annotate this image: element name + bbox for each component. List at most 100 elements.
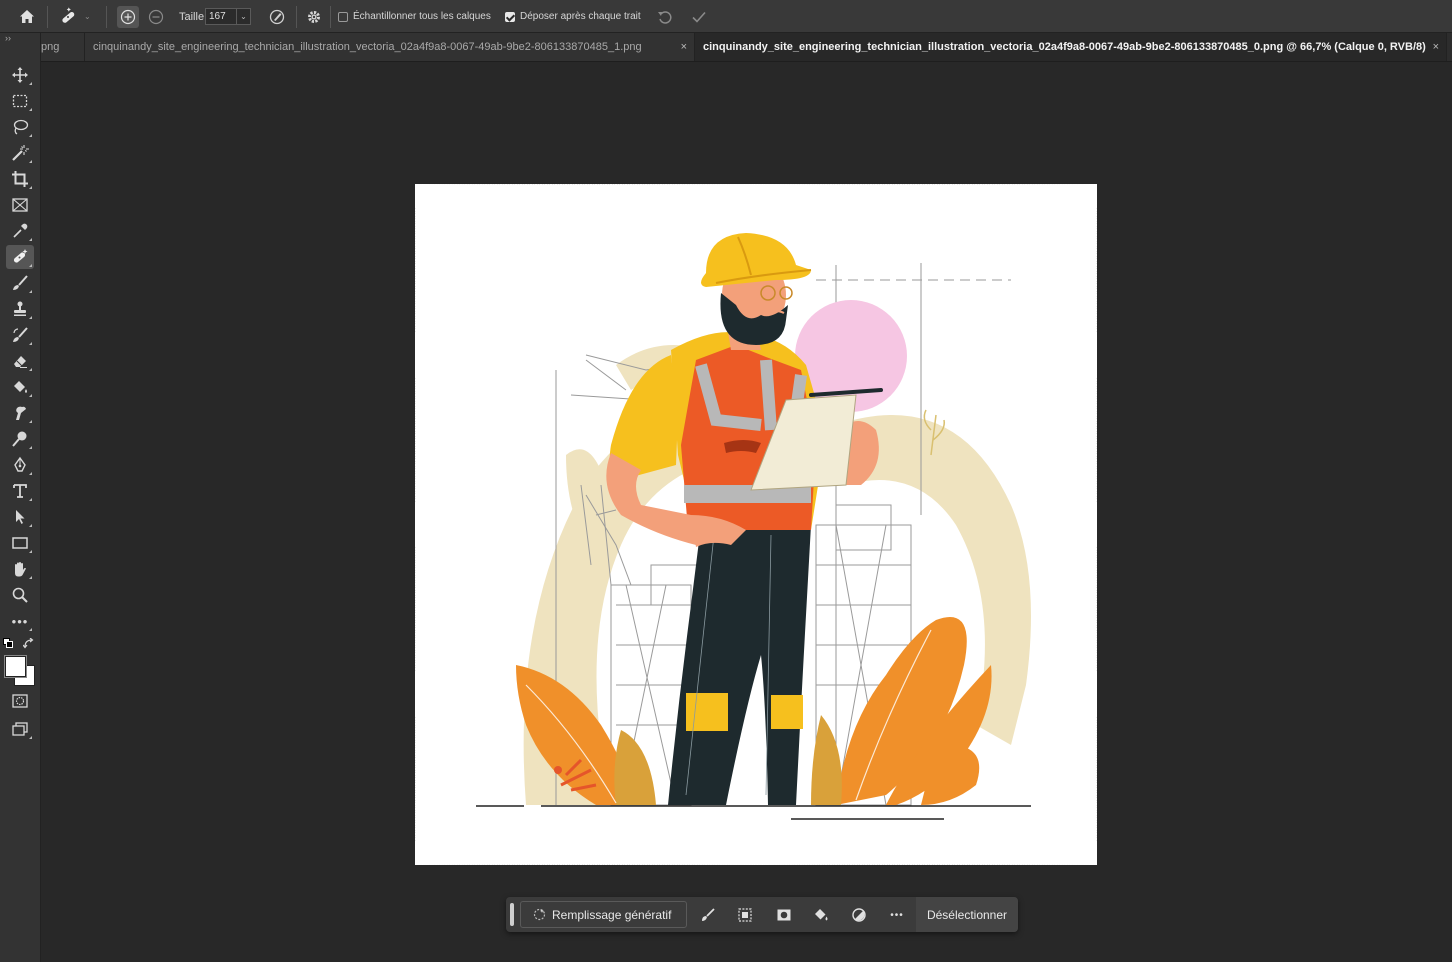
default-colors-icon <box>3 638 13 648</box>
adjustment-layer-button[interactable] <box>850 906 868 924</box>
rectangle-tool[interactable] <box>6 531 34 555</box>
magic-wand-tool[interactable] <box>6 141 34 165</box>
half-circle-icon <box>852 908 866 922</box>
marquee-icon <box>12 94 28 108</box>
move-icon <box>12 67 28 83</box>
zoom-tool[interactable] <box>6 583 34 607</box>
dodge-icon <box>12 431 27 447</box>
home-button[interactable] <box>18 0 36 33</box>
more-icon: ••• <box>11 613 29 629</box>
document-tabs: png cinquinandy_site_engineering_technic… <box>41 33 1452 62</box>
dodge-tool[interactable] <box>6 427 34 451</box>
chevron-down-icon: ⌄ <box>240 12 247 21</box>
tools-panel: ›› ••• <box>0 33 41 962</box>
brush-tool[interactable] <box>6 271 34 295</box>
pen-pressure-icon <box>269 9 285 24</box>
undo-button[interactable] <box>656 0 674 33</box>
checkbox-box <box>505 11 515 22</box>
document-canvas[interactable] <box>415 184 1097 865</box>
more-options-button[interactable]: ••• <box>888 906 906 924</box>
default-colors-button[interactable] <box>3 638 13 648</box>
invert-selection-icon <box>738 908 752 922</box>
tool-preset-picker[interactable]: ⌄ <box>58 0 91 33</box>
gear-icon <box>308 10 320 23</box>
spot-healing-brush-tool[interactable] <box>6 245 34 269</box>
mask-icon <box>777 909 791 921</box>
hand-tool[interactable] <box>6 557 34 581</box>
sample-all-layers-label: Échantillonner tous les calques <box>353 11 491 22</box>
screen-mode-button[interactable] <box>6 717 34 741</box>
lasso-tool[interactable] <box>6 115 34 139</box>
close-icon[interactable]: × <box>681 41 687 53</box>
more-icon: ••• <box>890 909 904 921</box>
circle-minus-icon <box>148 9 164 24</box>
pen-tool[interactable] <box>6 453 34 477</box>
stamp-icon <box>14 301 26 316</box>
type-tool[interactable] <box>6 479 34 503</box>
screen-mode-icon <box>12 722 28 736</box>
sample-all-layers-checkbox[interactable]: Échantillonner tous les calques <box>338 0 491 33</box>
modify-selection-button[interactable] <box>699 906 717 924</box>
rectangular-marquee-tool[interactable] <box>6 89 34 113</box>
type-icon <box>13 484 27 498</box>
commit-button[interactable] <box>690 0 708 33</box>
pen-icon <box>14 456 26 472</box>
paint-bucket-tool[interactable] <box>6 375 34 399</box>
generative-fill-label: Remplissage génératif <box>552 907 672 922</box>
size-dropdown[interactable]: ⌄ <box>237 8 251 25</box>
hand-icon <box>15 562 26 577</box>
mode-subtract-button[interactable] <box>148 0 164 33</box>
close-icon[interactable]: × <box>1433 41 1439 53</box>
document-tab[interactable]: cinquinandy_site_engineering_technician_… <box>85 33 695 61</box>
smudge-tool[interactable] <box>6 401 34 425</box>
mode-add-button[interactable] <box>117 0 139 33</box>
eraser-tool[interactable] <box>6 349 34 373</box>
drop-after-stroke-checkbox[interactable]: Déposer après chaque trait <box>505 0 641 33</box>
undo-icon <box>658 10 672 24</box>
brush-modify-icon <box>702 908 715 921</box>
size-input[interactable] <box>205 8 237 25</box>
tab-label: cinquinandy_site_engineering_technician_… <box>703 41 1426 53</box>
move-tool[interactable] <box>6 63 34 87</box>
eyedropper-icon <box>13 223 28 238</box>
checkbox-box <box>338 11 348 22</box>
eyedropper-tool[interactable] <box>6 219 34 243</box>
document-tab[interactable]: png <box>41 33 85 61</box>
document-tab-active[interactable]: cinquinandy_site_engineering_technician_… <box>695 33 1447 61</box>
paint-bucket-icon <box>815 909 828 921</box>
contextual-taskbar: Remplissage génératif ••• Désélectionner <box>506 897 1018 932</box>
drag-handle[interactable] <box>510 903 514 926</box>
clone-stamp-tool[interactable] <box>6 297 34 321</box>
quick-mask-icon <box>12 694 28 708</box>
swap-colors-button[interactable] <box>22 637 34 652</box>
history-brush-tool[interactable] <box>6 323 34 347</box>
fill-selection-button[interactable] <box>812 906 830 924</box>
engineer-illustration <box>476 233 1031 820</box>
home-icon <box>20 9 34 23</box>
frame-tool[interactable] <box>6 193 34 217</box>
smudge-icon <box>16 406 26 420</box>
pressure-size-button[interactable] <box>268 0 286 33</box>
edit-toolbar-button[interactable]: ••• <box>6 609 34 633</box>
foreground-color-swatch[interactable] <box>5 656 26 677</box>
checkmark-icon <box>692 11 706 23</box>
history-brush-icon <box>13 327 28 342</box>
settings-button[interactable] <box>306 0 322 33</box>
drop-after-stroke-label: Déposer après chaque trait <box>520 11 641 22</box>
create-mask-button[interactable] <box>775 906 793 924</box>
swap-arrows-icon <box>22 637 34 649</box>
quick-mask-button[interactable] <box>6 689 34 713</box>
collapse-panel-icon[interactable]: ›› <box>5 33 11 43</box>
circle-plus-icon <box>120 9 136 24</box>
options-bar: ⌄ Taille ⌄ Échantillonner tous les calqu… <box>0 0 1452 33</box>
path-selection-tool[interactable] <box>6 505 34 529</box>
invert-selection-button[interactable] <box>736 906 754 924</box>
size-label: Taille <box>179 10 205 23</box>
deselect-button[interactable]: Désélectionner <box>916 897 1018 932</box>
tab-label: png <box>41 41 60 53</box>
chevron-down-icon: ⌄ <box>84 12 91 21</box>
brush-icon <box>13 275 28 290</box>
paint-bucket-icon <box>14 381 27 393</box>
generative-fill-button[interactable]: Remplissage génératif <box>520 901 687 928</box>
crop-tool[interactable] <box>6 167 34 191</box>
